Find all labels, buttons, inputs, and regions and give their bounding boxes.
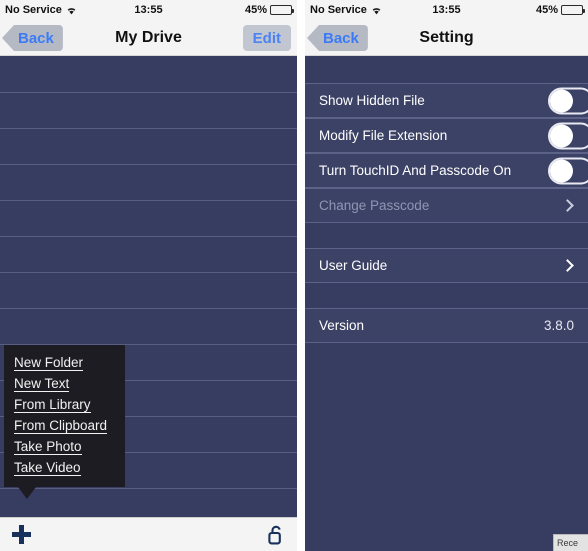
file-row[interactable] (0, 273, 297, 309)
plus-icon[interactable] (12, 525, 31, 544)
settings-section-gap (305, 283, 588, 308)
file-row[interactable] (0, 129, 297, 165)
settings-row-user-guide[interactable]: User Guide (305, 248, 588, 283)
settings-row-label: Modify File Extension (319, 128, 448, 143)
popup-menu-item-label: From Clipboard (14, 418, 108, 434)
settings-section-gap (305, 223, 588, 248)
popup-menu-item-label: Take Video (14, 460, 81, 476)
toggle-knob (550, 124, 573, 147)
battery-percent-label-2: 45% (535, 4, 558, 16)
clock-label: 13:55 (134, 4, 163, 16)
toggle-switch-turn-touchid-and-passcode-on[interactable] (548, 157, 588, 184)
battery-icon-2 (561, 5, 585, 15)
settings-row-show-hidden-file[interactable]: Show Hidden File (305, 83, 588, 118)
file-row[interactable] (0, 93, 297, 129)
settings-row-version: Version 3.8.0 (305, 308, 588, 343)
recent-overlay-widget[interactable]: Rece (553, 534, 588, 551)
settings-row-label: Version (319, 318, 365, 333)
popup-menu-item-label: New Text (14, 376, 70, 392)
popup-menu-item-from-clipboard[interactable]: From Clipboard (4, 415, 125, 436)
popup-menu-item-from-library[interactable]: From Library (4, 394, 125, 415)
toggle-switch-show-hidden-file[interactable] (548, 87, 588, 114)
popup-menu-item-label: From Library (14, 397, 91, 413)
chevron-right-icon (561, 199, 574, 212)
status-bar-right-group: 45% (244, 0, 294, 20)
popup-menu-item-new-text[interactable]: New Text (4, 373, 125, 394)
settings-row-change-passcode[interactable]: Change Passcode (305, 188, 588, 223)
popup-menu-item-new-folder[interactable]: New Folder (4, 352, 125, 373)
popup-menu-item-label: New Folder (14, 355, 84, 371)
page-title-setting: Setting (419, 29, 474, 46)
settings-row-label: Show Hidden File (319, 93, 425, 108)
edit-button-label: Edit (252, 29, 281, 47)
file-row[interactable] (0, 237, 297, 273)
settings-row-value: 3.8.0 (543, 318, 574, 333)
recent-overlay-label: Rece (557, 538, 579, 548)
my-drive-panel: No Service 13:55 45% Back My Drive Edit … (0, 0, 297, 551)
panel-divider (297, 0, 305, 551)
edit-button[interactable]: Edit (242, 25, 291, 51)
chevron-right-icon (561, 259, 574, 272)
setting-panel: No Service 13:55 45% Back Setting Show H… (305, 0, 588, 551)
nav-bar-my-drive: Back My Drive Edit (0, 20, 297, 56)
popup-menu-item-take-photo[interactable]: Take Photo (4, 436, 125, 457)
unlock-icon[interactable] (267, 524, 285, 545)
file-row[interactable] (0, 201, 297, 237)
clock-label-2: 13:55 (432, 4, 461, 16)
settings-row-label: Turn TouchID And Passcode On (319, 163, 512, 178)
status-bar-right: No Service 13:55 45% (305, 0, 588, 20)
status-bar-right-group-2: 45% (535, 0, 585, 20)
settings-list: Show Hidden File Modify File Extension Tur… (305, 57, 588, 551)
settings-section-gap (305, 57, 588, 83)
settings-row-label: Change Passcode (319, 198, 430, 213)
settings-row-modify-file-extension[interactable]: Modify File Extension (305, 118, 588, 153)
toggle-knob (550, 89, 573, 112)
toggle-knob (550, 159, 573, 182)
add-action-popup-menu[interactable]: New Folder New Text From Library From Clipb… (4, 345, 125, 499)
popup-menu-item-label: Take Photo (14, 439, 82, 455)
toggle-switch-modify-file-extension[interactable] (548, 122, 588, 149)
battery-icon (270, 5, 294, 15)
popup-menu-item-take-video[interactable]: Take Video (4, 457, 125, 478)
settings-row-turn-touchid-and-passcode-on[interactable]: Turn TouchID And Passcode On (305, 153, 588, 188)
settings-row-label: User Guide (319, 258, 388, 273)
file-row[interactable] (0, 165, 297, 201)
bottom-toolbar (0, 517, 297, 551)
screen: No Service 13:55 45% Back My Drive Edit … (0, 0, 588, 551)
file-row[interactable] (0, 57, 297, 93)
file-row[interactable] (0, 309, 297, 345)
status-bar-left: No Service 13:55 45% (0, 0, 297, 20)
battery-percent-label: 45% (244, 4, 267, 16)
nav-bar-setting: Back Setting (305, 20, 588, 56)
